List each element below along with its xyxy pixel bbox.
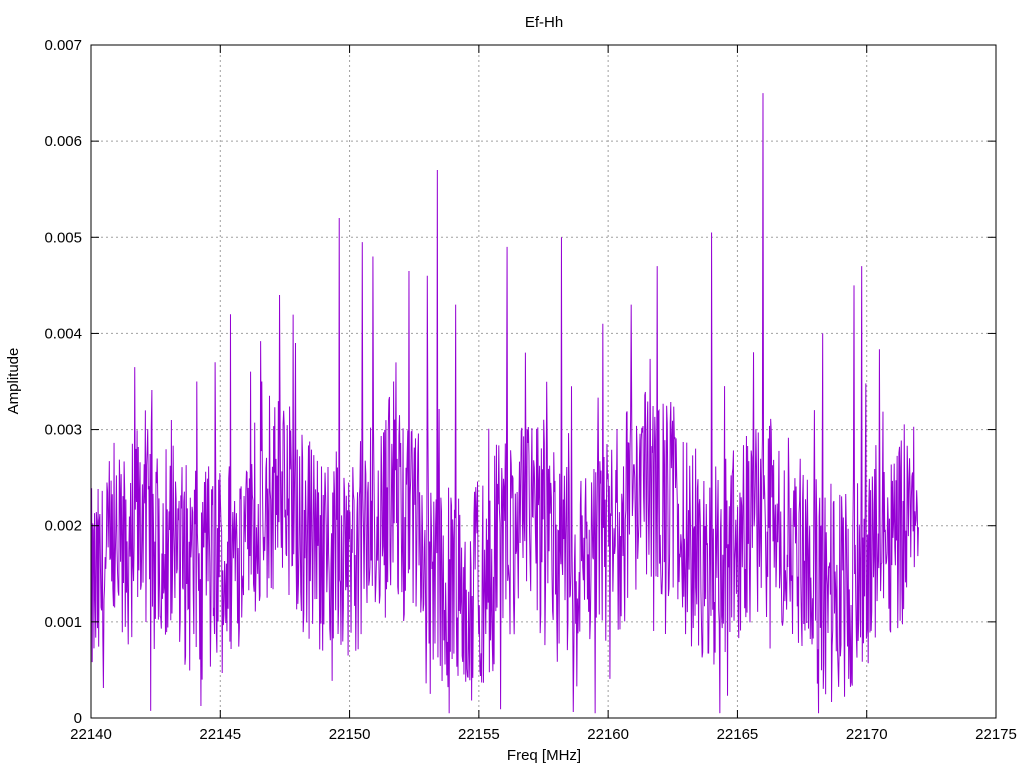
axis-ticks: 22140 22145 22150 22155 22160 22165 22170 22175… — [44, 37, 1016, 743]
x-tick-label: 22175 — [975, 726, 1017, 743]
y-tick-label: 0.003 — [44, 422, 82, 439]
chart-title: Ef-Hh — [525, 14, 563, 31]
x-tick-label: 22145 — [199, 726, 241, 743]
x-tick-label: 22150 — [329, 726, 371, 743]
y-tick-label: 0.001 — [44, 614, 82, 631]
x-tick-label: 22165 — [717, 726, 759, 743]
x-tick-label: 22170 — [846, 726, 888, 743]
amplitude-chart: Ef-Hh 22140 22145 22150 22155 22160 22165 2217… — [5, 14, 1017, 764]
y-tick-label: 0.002 — [44, 518, 82, 535]
x-tick-label: 22160 — [587, 726, 629, 743]
y-axis-label: Amplitude — [5, 348, 22, 415]
y-tick-label: 0.006 — [44, 133, 82, 150]
y-tick-label: 0.005 — [44, 229, 82, 246]
series-line — [90, 93, 919, 714]
x-tick-label: 22140 — [70, 726, 112, 743]
y-tick-label: 0.004 — [44, 325, 82, 342]
x-tick-label: 22155 — [458, 726, 500, 743]
y-tick-label: 0 — [74, 710, 82, 727]
x-axis-label: Freq [MHz] — [507, 747, 581, 764]
plot-area — [90, 93, 919, 714]
y-tick-label: 0.007 — [44, 37, 82, 54]
